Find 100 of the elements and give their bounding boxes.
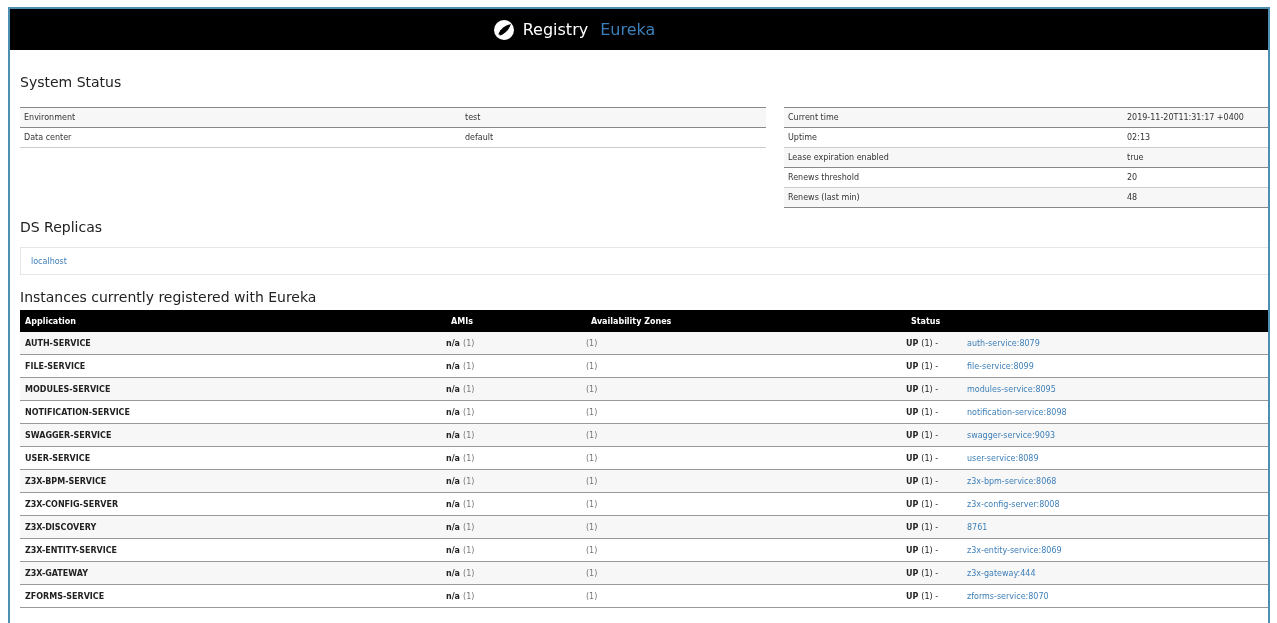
ami-count: (1)	[463, 522, 475, 532]
application-name: Z3X-ENTITY-SERVICE	[24, 545, 119, 555]
ami-count: (1)	[463, 361, 475, 371]
table-cell-text: 02:13	[1126, 133, 1152, 142]
table-cell-text: Uptime	[787, 133, 818, 142]
section-title: DS Replicas	[20, 218, 104, 237]
table-cell-text: Environment	[23, 113, 77, 122]
section-title: System Status	[20, 73, 123, 92]
status-count: (1) -	[921, 384, 939, 394]
table-cell-text: true	[1126, 153, 1145, 162]
status-value: UP	[906, 338, 919, 348]
instance-link[interactable]: file-service:8099	[967, 361, 1268, 371]
status-value: UP	[906, 384, 919, 394]
ami-value: n/a	[446, 338, 460, 348]
section-title: Instances currently registered with Eureka	[20, 288, 318, 307]
column-header: Status	[910, 316, 942, 326]
leaf-logo-icon	[492, 18, 515, 41]
status-count: (1) -	[921, 430, 939, 440]
status-value: UP	[906, 430, 919, 440]
zone-count: (1)	[586, 522, 599, 532]
ami-count: (1)	[463, 453, 475, 463]
zone-count: (1)	[586, 338, 599, 348]
ami-count: (1)	[463, 591, 475, 601]
ami-count: (1)	[463, 430, 475, 440]
status-value: UP	[906, 476, 919, 486]
table-cell-text: test	[464, 113, 482, 122]
application-name: USER-SERVICE	[24, 453, 92, 463]
ami-value: n/a	[446, 476, 460, 486]
application-name: AUTH-SERVICE	[24, 338, 92, 348]
application-name: Z3X-BPM-SERVICE	[24, 476, 108, 486]
ami-count: (1)	[463, 545, 475, 555]
table-cell-text: Lease expiration enabled	[787, 153, 890, 162]
brand-name: Registry	[522, 20, 589, 39]
instance-link[interactable]: z3x-entity-service:8069	[967, 545, 1268, 555]
ami-count: (1)	[463, 499, 475, 509]
ami-count: (1)	[463, 338, 475, 348]
status-count: (1) -	[921, 476, 939, 486]
ami-value: n/a	[446, 499, 460, 509]
instance-link[interactable]: 8761	[967, 522, 1268, 532]
status-count: (1) -	[921, 568, 939, 578]
product-name: Eureka	[600, 20, 656, 39]
zone-count: (1)	[586, 545, 599, 555]
ami-value: n/a	[446, 591, 460, 601]
application-name: Z3X-GATEWAY	[24, 568, 89, 578]
instance-link[interactable]: notification-service:8098	[967, 407, 1268, 417]
zone-count: (1)	[586, 591, 599, 601]
table-cell-text: Renews (last min)	[787, 193, 861, 202]
zone-count: (1)	[586, 568, 599, 578]
table-cell-text: 20	[1126, 173, 1139, 182]
status-count: (1) -	[921, 499, 939, 509]
application-name: MODULES-SERVICE	[24, 384, 112, 394]
instance-link[interactable]: z3x-gateway:444	[967, 568, 1268, 578]
status-count: (1) -	[921, 361, 939, 371]
status-value: UP	[906, 522, 919, 532]
status-value: UP	[906, 568, 919, 578]
instance-link[interactable]: swagger-service:9093	[967, 430, 1268, 440]
status-value: UP	[906, 407, 919, 417]
status-count: (1) -	[921, 522, 939, 532]
ami-value: n/a	[446, 545, 460, 555]
table-cell-text: 48	[1126, 193, 1139, 202]
ami-count: (1)	[463, 476, 475, 486]
status-value: UP	[906, 499, 919, 509]
instance-link[interactable]: z3x-config-server:8008	[967, 499, 1268, 509]
application-name: SWAGGER-SERVICE	[24, 430, 113, 440]
application-name: NOTIFICATION-SERVICE	[24, 407, 131, 417]
status-count: (1) -	[921, 338, 939, 348]
ami-value: n/a	[446, 453, 460, 463]
table-cell-text: Data center	[23, 133, 73, 142]
instance-link[interactable]: zforms-service:8070	[967, 591, 1268, 601]
ami-value: n/a	[446, 522, 460, 532]
status-value: UP	[906, 453, 919, 463]
status-value: UP	[906, 591, 919, 601]
zone-count: (1)	[586, 499, 599, 509]
status-count: (1) -	[921, 453, 939, 463]
application-name: ZFORMS-SERVICE	[24, 591, 106, 601]
status-count: (1) -	[921, 591, 939, 601]
status-count: (1) -	[921, 545, 939, 555]
status-value: UP	[906, 545, 919, 555]
zone-count: (1)	[586, 407, 599, 417]
ami-value: n/a	[446, 407, 460, 417]
ami-count: (1)	[463, 384, 475, 394]
application-name: Z3X-DISCOVERY	[24, 522, 98, 532]
instance-link[interactable]: modules-service:8095	[967, 384, 1268, 394]
ami-count: (1)	[463, 407, 475, 417]
status-value: UP	[906, 361, 919, 371]
instance-link[interactable]: z3x-bpm-service:8068	[967, 476, 1268, 486]
ami-value: n/a	[446, 568, 460, 578]
zone-count: (1)	[586, 476, 599, 486]
instance-link[interactable]: auth-service:8079	[967, 338, 1268, 348]
ami-value: n/a	[446, 384, 460, 394]
table-cell-text: default	[464, 133, 495, 142]
column-header: AMIs	[450, 316, 474, 326]
instance-link[interactable]: user-service:8089	[967, 453, 1268, 463]
table-cell-text: Current time	[787, 113, 840, 122]
table-cell-text: Renews threshold	[787, 173, 861, 182]
replica-link[interactable]: localhost	[31, 256, 67, 266]
zone-count: (1)	[586, 384, 599, 394]
column-header: Application	[24, 316, 78, 326]
zone-count: (1)	[586, 430, 599, 440]
ami-value: n/a	[446, 361, 460, 371]
